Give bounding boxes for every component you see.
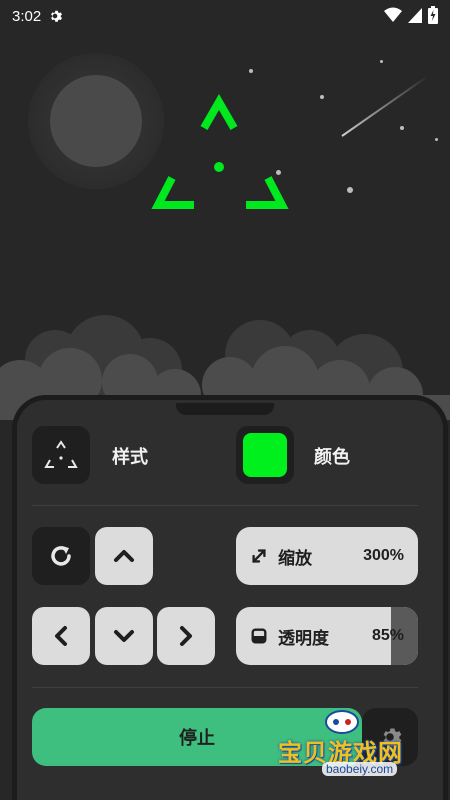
reset-icon	[51, 546, 71, 566]
reset-button[interactable]	[32, 527, 90, 585]
zoom-label: 缩放	[278, 548, 312, 569]
opacity-value: 85%	[371, 627, 404, 644]
star	[380, 60, 383, 63]
chevron-down-icon	[114, 630, 134, 642]
move-left-button[interactable]	[32, 607, 90, 665]
style-label: 样式	[112, 447, 148, 468]
zoom-control[interactable]: 缩放 300%	[236, 527, 418, 585]
watermark-url: baobeiy.com	[322, 762, 398, 776]
star	[435, 138, 438, 141]
star	[249, 69, 253, 73]
color-label: 颜色	[314, 447, 350, 468]
move-right-button[interactable]	[157, 607, 215, 665]
moon	[50, 75, 142, 167]
stop-label: 停止	[179, 728, 215, 749]
preview-scene	[0, 0, 450, 420]
star	[347, 187, 353, 193]
zoom-value: 300%	[363, 547, 404, 564]
move-down-button[interactable]	[95, 607, 153, 665]
style-button[interactable]	[32, 426, 90, 484]
chevron-up-icon	[114, 550, 134, 562]
opacity-icon	[251, 628, 267, 644]
divider	[32, 687, 418, 688]
crosshair-style-icon	[44, 440, 78, 468]
color-button[interactable]	[236, 426, 294, 484]
divider	[32, 505, 418, 506]
opacity-slider[interactable]: 透明度 85%	[236, 607, 418, 665]
chevron-right-icon	[180, 626, 192, 646]
opacity-label: 透明度	[278, 628, 329, 649]
shooting-star	[341, 75, 429, 137]
expand-arrows-icon	[252, 549, 266, 563]
chevron-left-icon	[55, 626, 67, 646]
star	[320, 95, 324, 99]
crosshair-preview	[151, 93, 289, 209]
move-up-button[interactable]	[95, 527, 153, 585]
color-swatch	[243, 433, 287, 477]
panel-notch	[176, 403, 274, 415]
